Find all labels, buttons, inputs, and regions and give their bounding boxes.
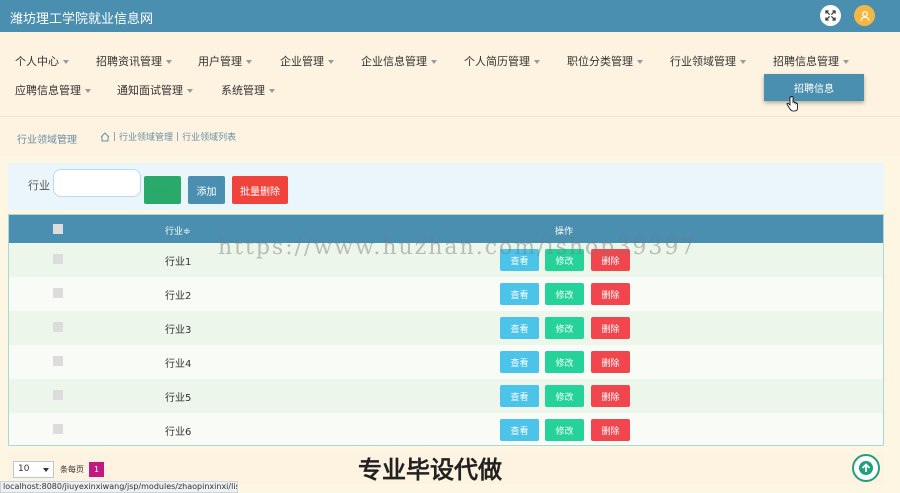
nav-interview-notices[interactable]: 通知面试管理	[117, 82, 193, 98]
table-row: 行业3 查看 修改 删除	[9, 311, 883, 345]
chevron-down-icon	[43, 468, 49, 472]
expand-icon	[825, 10, 836, 21]
page-size-label: 条每页	[60, 465, 84, 474]
nav-resumes[interactable]: 个人简历管理	[464, 53, 540, 69]
row-checkbox[interactable]	[53, 288, 63, 298]
caret-down-icon	[246, 60, 252, 64]
user-icon	[859, 10, 870, 21]
delete-button[interactable]: 删除	[591, 317, 630, 339]
browser-status-bar: localhost:8080/jiuyexinxiwang/jsp/module…	[0, 481, 238, 493]
industry-name: 行业3	[165, 325, 192, 336]
back-to-top-button[interactable]	[852, 454, 880, 482]
arrow-up-icon	[859, 461, 873, 475]
dropdown-item-job-postings[interactable]: 招聘信息	[764, 74, 864, 101]
delete-button[interactable]: 删除	[591, 351, 630, 373]
industry-search-input[interactable]	[53, 169, 141, 197]
nav-companies[interactable]: 企业管理	[280, 53, 334, 69]
view-button[interactable]: 查看	[500, 317, 539, 339]
delete-button[interactable]: 删除	[591, 283, 630, 305]
table-row: 行业5 查看 修改 删除	[9, 379, 883, 413]
add-button[interactable]: 添加	[188, 176, 225, 204]
app-title: 潍坊理工学院就业信息网	[10, 12, 154, 27]
nav-recruit-news[interactable]: 招聘资讯管理	[96, 53, 172, 69]
industry-name: 行业4	[165, 359, 192, 370]
table-row: 行业2 查看 修改 删除	[9, 277, 883, 311]
batch-delete-button[interactable]: 批量删除	[232, 176, 288, 204]
caret-down-icon	[166, 60, 172, 64]
caret-down-icon	[843, 60, 849, 64]
watermark-text: 专业毕设代做	[358, 456, 502, 484]
page-number-current[interactable]: 1	[89, 462, 104, 477]
table-row: 行业4 查看 修改 删除	[9, 345, 883, 379]
table-row: 行业6 查看 修改 删除	[9, 413, 883, 445]
view-button[interactable]: 查看	[500, 351, 539, 373]
breadcrumb-item-industry[interactable]: 行业领域管理	[119, 130, 173, 143]
page-size-select[interactable]: 10	[13, 461, 54, 478]
header-industry[interactable]: 行业≑	[165, 224, 191, 237]
nav-job-postings[interactable]: 招聘信息管理	[773, 53, 849, 69]
nav-users[interactable]: 用户管理	[198, 53, 252, 69]
industry-label: 行业	[28, 179, 50, 192]
caret-down-icon	[637, 60, 643, 64]
search-panel: 行业 查询 添加 批量删除	[8, 163, 884, 210]
caret-down-icon	[534, 60, 540, 64]
row-checkbox[interactable]	[53, 424, 63, 434]
top-bar: 潍坊理工学院就业信息网	[0, 0, 900, 32]
nav-industries[interactable]: 行业领域管理	[670, 53, 746, 69]
select-all-checkbox[interactable]	[53, 224, 63, 234]
row-checkbox[interactable]	[53, 356, 63, 366]
nav-company-info[interactable]: 企业信息管理	[361, 53, 437, 69]
delete-button[interactable]: 删除	[591, 419, 630, 441]
caret-down-icon	[740, 60, 746, 64]
breadcrumb-bar: 行业领域管理 | 行业领域管理 | 行业领域列表	[0, 116, 900, 156]
home-icon[interactable]	[100, 131, 110, 142]
hand-cursor-icon	[786, 96, 798, 112]
industry-name: 行业6	[165, 427, 192, 438]
edit-button[interactable]: 修改	[545, 351, 584, 373]
nav-applications[interactable]: 应聘信息管理	[15, 82, 91, 98]
user-avatar-button[interactable]	[854, 5, 875, 26]
caret-down-icon	[269, 89, 275, 93]
nav-job-categories[interactable]: 职位分类管理	[567, 53, 643, 69]
caret-down-icon	[63, 60, 69, 64]
fullscreen-button[interactable]	[820, 5, 841, 26]
edit-button[interactable]: 修改	[545, 283, 584, 305]
industry-name: 行业2	[165, 291, 192, 302]
breadcrumb: | 行业领域管理 | 行业领域列表	[100, 130, 236, 143]
row-checkbox[interactable]	[53, 390, 63, 400]
view-button[interactable]: 查看	[500, 419, 539, 441]
nav-personal-center[interactable]: 个人中心	[15, 53, 69, 69]
caret-down-icon	[187, 89, 193, 93]
view-button[interactable]: 查看	[500, 283, 539, 305]
caret-down-icon	[85, 89, 91, 93]
industry-name: 行业5	[165, 393, 192, 404]
view-button[interactable]: 查看	[500, 385, 539, 407]
edit-button[interactable]: 修改	[545, 317, 584, 339]
section-title: 行业领域管理	[17, 135, 77, 146]
row-checkbox[interactable]	[53, 322, 63, 332]
industry-name: 行业1	[165, 257, 192, 268]
caret-down-icon	[328, 60, 334, 64]
edit-button[interactable]: 修改	[545, 385, 584, 407]
row-checkbox[interactable]	[53, 254, 63, 264]
delete-button[interactable]: 删除	[591, 385, 630, 407]
breadcrumb-item-list: 行业领域列表	[182, 133, 237, 143]
edit-button[interactable]: 修改	[545, 419, 584, 441]
nav-system[interactable]: 系统管理	[221, 82, 275, 98]
search-button[interactable]: 查询	[144, 176, 181, 204]
watermark-url: https://www.huzhan.com/ishop39397	[218, 235, 697, 260]
caret-down-icon	[431, 60, 437, 64]
